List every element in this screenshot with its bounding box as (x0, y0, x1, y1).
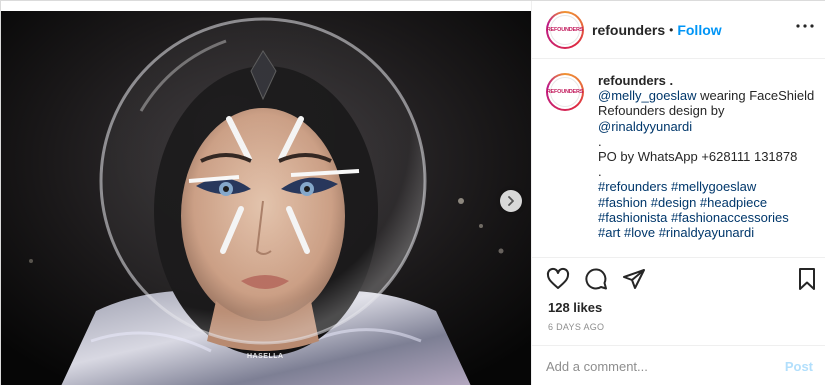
more-options-button[interactable] (795, 16, 815, 36)
action-icons (546, 267, 646, 291)
caption-line-9: #fashionista #fashionaccessories (598, 210, 814, 225)
caption-line-1: @melly_goeslaw wearing FaceShield (598, 88, 814, 103)
caption-avatar-logo-text: REFOUNDERS (546, 89, 584, 95)
caption-line-4: . (598, 133, 602, 149)
caption-line-5: PO by WhatsApp +628111 131878 (598, 149, 798, 165)
caption-text: wearing FaceShield (696, 88, 815, 104)
post-caption: REFOUNDERS refounders . @melly_goeslaw w… (532, 59, 825, 257)
post-date[interactable]: 6 DAYS AGO (548, 322, 604, 332)
post-photo[interactable]: HASELLA (1, 11, 531, 385)
share-icon (623, 269, 645, 289)
save-button[interactable] (795, 267, 819, 291)
hashtag-links[interactable]: #fashionista #fashionaccessories (598, 210, 789, 225)
comment-button[interactable] (584, 267, 608, 291)
caption-line-10: #art #love #rinaldyayunardi (598, 225, 814, 240)
follow-button[interactable]: Follow (677, 22, 721, 38)
hashtag-links[interactable]: #refounders #mellygoeslaw (598, 179, 756, 194)
caption-username[interactable]: refounders . (598, 73, 814, 88)
caption-avatar[interactable]: REFOUNDERS (546, 73, 584, 111)
photo-watermark: HASELLA (247, 353, 284, 360)
caption-line-8: #fashion #design #headpiece (598, 195, 814, 210)
comment-input[interactable] (546, 358, 785, 374)
hashtag-links[interactable]: #art #love #rinaldyayunardi (598, 225, 754, 240)
more-options-icon (796, 24, 814, 28)
header-separator: • (669, 22, 674, 37)
avatar[interactable]: REFOUNDERS (546, 10, 584, 49)
caption-line-2: Refounders design by (598, 103, 725, 119)
chevron-right-icon (508, 196, 514, 206)
instagram-post: HASELLA REFOUNDERS refounders • Follow R… (0, 0, 825, 385)
next-photo-button[interactable] (500, 190, 522, 212)
heart-icon (546, 267, 570, 289)
caption-line-6: . (598, 164, 602, 180)
caption-line-7: #refounders #mellygoeslaw (598, 179, 814, 194)
post-comment-button[interactable]: Post (785, 359, 813, 374)
share-button[interactable] (622, 267, 646, 291)
caption-line-3: @rinaldyyunardi (598, 119, 814, 134)
comment-icon (585, 268, 607, 290)
hashtag-links[interactable]: #fashion #design #headpiece (598, 195, 767, 210)
like-count[interactable]: 128 likes (548, 300, 602, 315)
like-button[interactable] (546, 267, 570, 291)
avatar-logo-text: REFOUNDERS (546, 26, 584, 33)
mention-link[interactable]: @melly_goeslaw (598, 88, 696, 103)
mention-link[interactable]: @rinaldyyunardi (598, 119, 692, 134)
post-header: REFOUNDERS refounders • Follow (532, 1, 825, 59)
comment-bar: Post (532, 345, 825, 385)
header-username[interactable]: refounders (592, 22, 665, 38)
post-side-panel: REFOUNDERS refounders • Follow REFOUNDER (531, 1, 825, 385)
photo-illustration (1, 11, 531, 385)
caption-body: refounders . @melly_goeslaw wearing Face… (598, 73, 814, 257)
actions-divider (532, 257, 825, 258)
bookmark-icon (799, 268, 815, 290)
